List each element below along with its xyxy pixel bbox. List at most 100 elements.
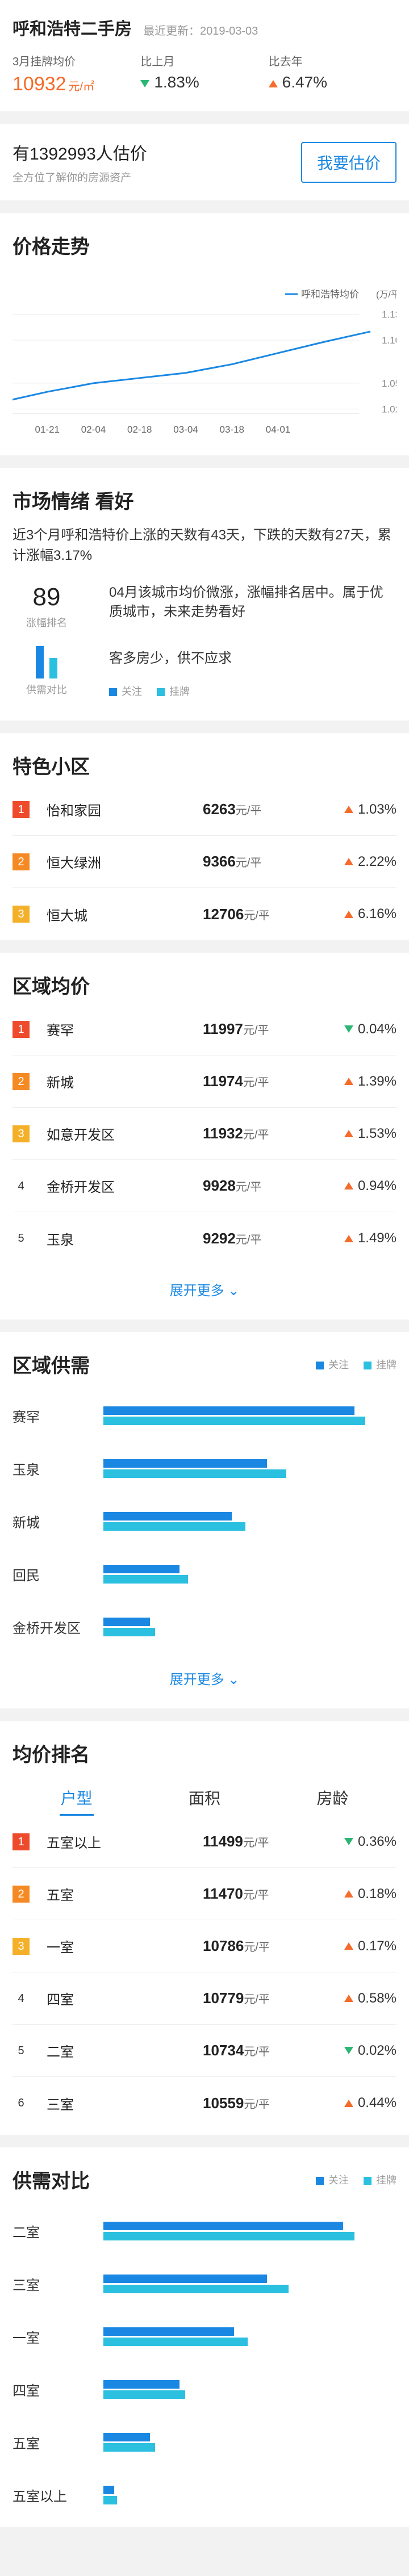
- arrow-up-icon: [344, 1234, 353, 1242]
- arrow-up-icon: [344, 2099, 353, 2107]
- arrow-down-icon: [344, 1838, 353, 1845]
- tab-layout[interactable]: 户型: [12, 1786, 140, 1816]
- list-item[interactable]: 1 五室以上 11499元/平 0.36%: [12, 1816, 397, 1868]
- arrow-up-icon: [344, 1130, 353, 1137]
- bar-row: 一室: [12, 2310, 397, 2363]
- legend-swatch: [109, 688, 117, 697]
- item-name: 五室: [47, 1888, 74, 1903]
- item-price: 10786元/平: [203, 1937, 270, 1954]
- list-item[interactable]: 1 怡和家园 6263元/平 1.03%: [12, 784, 397, 836]
- item-name: 一室: [47, 1940, 74, 1955]
- item-change: 0.94%: [325, 1178, 397, 1194]
- item-change: 0.04%: [325, 1021, 397, 1037]
- legend-label: 呼和浩特均价: [301, 289, 359, 300]
- featured-list: 1 怡和家园 6263元/平 1.03% 2 恒大绿洲 9366元/平 2.22% 3 恒大城 12…: [12, 784, 397, 940]
- rank-badge: 4: [18, 1179, 24, 1192]
- arrow-down-icon: [344, 1025, 353, 1033]
- list-item[interactable]: 4 四室 10779元/平 0.58%: [12, 1972, 397, 2025]
- rank-text: 04月该城市均价微涨，涨幅排名居中。属于优质城市，未来走势看好: [109, 585, 383, 619]
- rank-badge: 1: [12, 801, 30, 818]
- list-item[interactable]: 3 一室 10786元/平 0.17%: [12, 1920, 397, 1972]
- page-title: 呼和浩特二手房: [12, 20, 132, 39]
- rank-badge: 4: [18, 1992, 24, 2005]
- rank-badge: 2: [12, 1885, 30, 1903]
- bar-label: 一室: [12, 2331, 40, 2346]
- item-name: 恒大绿洲: [47, 856, 101, 871]
- bar-row: 回民: [12, 1548, 397, 1601]
- item-price: 6263元/平: [203, 801, 262, 818]
- item-name: 如意开发区: [47, 1128, 115, 1143]
- featured-community-card: 特色小区 1 怡和家园 6263元/平 1.03% 2 恒大绿洲 9366元/平 2.22% 3…: [0, 733, 409, 940]
- tab-age[interactable]: 房龄: [269, 1786, 397, 1816]
- bar-label: 赛罕: [12, 1410, 40, 1425]
- arrow-down-icon: [140, 80, 150, 87]
- estimate-button[interactable]: 我要估价: [301, 141, 397, 183]
- price-trend-chart[interactable]: 呼和浩特均价 (万/平) 1.13 1.10 1.05 1.02 01-21 02-04 02-…: [12, 259, 397, 441]
- expand-more-button[interactable]: 展开更多 ⌄: [12, 1653, 397, 1708]
- arrow-up-icon: [344, 1942, 353, 1950]
- list-item[interactable]: 4 金桥开发区 9928元/平 0.94%: [12, 1160, 397, 1212]
- bar-focus: [103, 2222, 344, 2230]
- header-card: 呼和浩特二手房 最近更新：2019-03-03 3月挂牌均价 10932 元/㎡ …: [0, 0, 409, 111]
- arrow-up-icon: [344, 1078, 353, 1085]
- arrow-up-icon: [344, 806, 353, 813]
- y-tick-label: 1.13: [382, 309, 397, 320]
- x-tick-label: 02-04: [81, 424, 106, 435]
- list-item[interactable]: 2 新城 11974元/平 1.39%: [12, 1055, 397, 1108]
- axis-unit: (万/平): [376, 290, 397, 300]
- bar-label: 五室: [12, 2436, 40, 2452]
- bar-label: 新城: [12, 1515, 40, 1531]
- supply-compare-card: 供需对比 关注 挂牌 二室 三室 一室 四室 五室 五室以上: [0, 2147, 409, 2527]
- bar-focus: [103, 1618, 150, 1626]
- item-change: 2.22%: [325, 854, 397, 870]
- tab-area[interactable]: 面积: [140, 1786, 268, 1816]
- item-change: 1.39%: [325, 1074, 397, 1090]
- list-item[interactable]: 5 玉泉 9292元/平 1.49%: [12, 1212, 397, 1264]
- item-name: 金桥开发区: [47, 1180, 115, 1195]
- section-title: 区域均价: [12, 976, 90, 998]
- item-price: 11974元/平: [203, 1073, 269, 1090]
- list-item[interactable]: 3 恒大城 12706元/平 6.16%: [12, 888, 397, 940]
- y-tick-label: 1.02: [382, 404, 397, 414]
- item-price: 10559元/平: [203, 2094, 270, 2112]
- list-item[interactable]: 1 赛罕 11997元/平 0.04%: [12, 1003, 397, 1055]
- supply-mini-chart: [12, 644, 81, 678]
- update-label: 最近更新：2019-03-03: [143, 25, 258, 37]
- item-price: 10779元/平: [203, 1989, 270, 2007]
- item-change: 1.03%: [325, 802, 397, 818]
- x-tick-label: 01-21: [35, 424, 60, 435]
- list-item[interactable]: 3 如意开发区 11932元/平 1.53%: [12, 1108, 397, 1160]
- rank-label: 涨幅排名: [26, 617, 67, 629]
- item-change: 0.18%: [325, 1886, 397, 1902]
- item-price: 11499元/平: [203, 1833, 269, 1850]
- bar-focus: [103, 2275, 267, 2283]
- item-price: 9928元/平: [203, 1177, 262, 1194]
- section-title: 均价排名: [12, 1744, 90, 1766]
- section-title: 区域供需: [12, 1355, 90, 1377]
- y-tick-label: 1.10: [382, 335, 397, 346]
- rank-badge: 2: [12, 1073, 30, 1090]
- bar-listing: [103, 1628, 156, 1636]
- item-name: 三室: [47, 2097, 74, 2113]
- item-change: 1.49%: [325, 1230, 397, 1246]
- item-price: 9292元/平: [203, 1229, 262, 1247]
- arrow-up-icon: [344, 1995, 353, 2002]
- arrow-down-icon: [344, 2047, 353, 2054]
- expand-more-button[interactable]: 展开更多 ⌄: [12, 1264, 397, 1320]
- legend: 关注 挂牌: [316, 2172, 397, 2187]
- stat-month-change: 比上月 1.83%: [140, 56, 199, 91]
- item-price: 12706元/平: [203, 905, 270, 923]
- bar-focus: [103, 1459, 267, 1468]
- list-item[interactable]: 2 五室 11470元/平 0.18%: [12, 1868, 397, 1920]
- x-tick-label: 02-18: [127, 424, 152, 435]
- item-name: 玉泉: [47, 1232, 74, 1248]
- region-supply-card: 区域供需 关注 挂牌 赛罕 玉泉 新城 回民 金桥开发区 展开更多 ⌄: [0, 1332, 409, 1708]
- bar-listing: [103, 2443, 156, 2452]
- list-item[interactable]: 6 三室 10559元/平 0.44%: [12, 2077, 397, 2129]
- list-item[interactable]: 5 二室 10734元/平 0.02%: [12, 2025, 397, 2077]
- list-item[interactable]: 2 恒大绿洲 9366元/平 2.22%: [12, 836, 397, 888]
- item-price: 11932元/平: [203, 1125, 269, 1142]
- item-name: 五室以上: [47, 1836, 101, 1851]
- rank-tabs: 户型 面积 房龄: [12, 1786, 397, 1816]
- bar-focus: [103, 1565, 180, 1573]
